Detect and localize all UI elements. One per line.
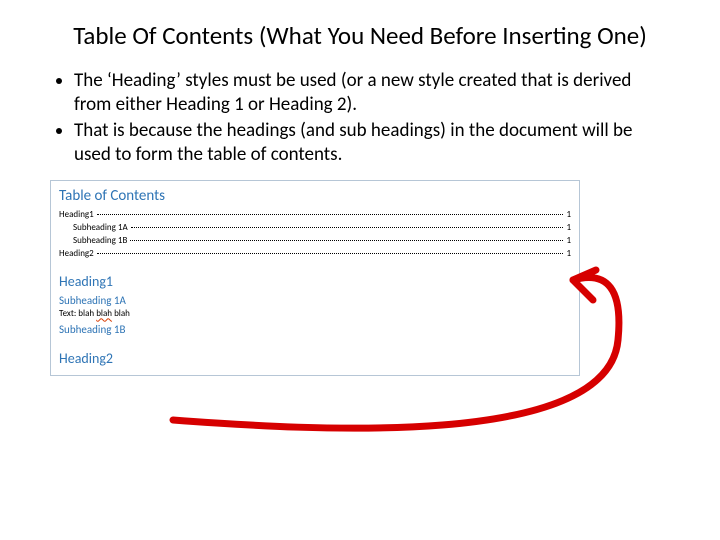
preview-heading1: Heading2 (59, 350, 571, 367)
spellcheck-squiggle: blah (96, 308, 112, 319)
toc-leader-dots (97, 253, 564, 254)
toc-leader-dots (97, 214, 564, 215)
toc-title: Table of Contents (59, 187, 571, 205)
body-text-part: Text: blah (59, 308, 96, 319)
toc-entry: Subheading 1B 1 (59, 235, 571, 246)
body-text-part: blah (112, 308, 130, 319)
bullet-list: The ‘Heading’ styles must be used (or a … (50, 69, 670, 166)
preview-subheading: Subheading 1B (59, 323, 571, 336)
toc-entry-page: 1 (566, 209, 571, 220)
preview-heading1: Heading1 (59, 273, 571, 290)
toc-entry-label: Subheading 1A (73, 222, 128, 233)
toc-entry-page: 1 (566, 235, 571, 246)
toc-entry-page: 1 (566, 248, 571, 259)
toc-entry-page: 1 (566, 222, 571, 233)
document-preview: Table of Contents Heading1 1 Subheading … (50, 180, 580, 376)
bullet-item: The ‘Heading’ styles must be used (or a … (74, 69, 670, 117)
toc-entry-label: Subheading 1B (73, 235, 127, 246)
toc-entry-label: Heading1 (59, 209, 94, 220)
bullet-item: That is because the headings (and sub he… (74, 119, 670, 167)
toc-entry: Heading2 1 (59, 248, 571, 259)
preview-subheading: Subheading 1A (59, 294, 571, 307)
preview-body-text: Text: blah blah blah (59, 308, 571, 319)
slide-title: Table Of Contents (What You Need Before … (50, 20, 670, 51)
slide: Table Of Contents (What You Need Before … (0, 0, 720, 376)
toc-leader-dots (131, 227, 564, 228)
toc-entry-label: Heading2 (59, 248, 94, 259)
toc-leader-dots (130, 240, 563, 241)
toc-entry: Subheading 1A 1 (59, 222, 571, 233)
toc-entry: Heading1 1 (59, 209, 571, 220)
